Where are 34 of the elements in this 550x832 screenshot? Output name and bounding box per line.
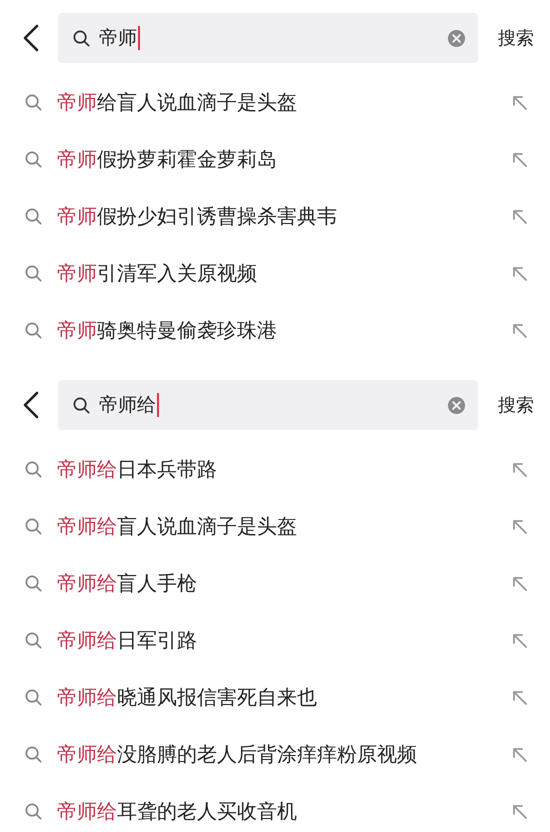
search-icon (24, 688, 43, 707)
search-icon (24, 517, 43, 536)
search-field[interactable]: 帝师 (58, 13, 478, 63)
suggestion-text[interactable]: 帝师给没胳膊的老人后背涂痒痒粉原视频 (57, 741, 510, 768)
suggestion-text[interactable]: 帝师给盲人手枪 (57, 570, 510, 597)
clear-icon[interactable] (447, 28, 466, 48)
search-icon (24, 745, 43, 764)
suggestion-text[interactable]: 帝师引清军入关原视频 (57, 260, 510, 287)
suggestion-text[interactable]: 帝师给晓通风报信害死自来也 (57, 684, 510, 711)
suggestion-text[interactable]: 帝师骑奥特曼偷袭珍珠港 (57, 317, 510, 344)
search-button[interactable]: 搜索 (498, 393, 534, 417)
search-query: 帝师 (99, 26, 140, 50)
search-icon (24, 802, 43, 821)
suggestion-text[interactable]: 帝师假扮萝莉霍金萝莉岛 (57, 146, 510, 173)
search-icon (24, 631, 43, 650)
search-button[interactable]: 搜索 (498, 26, 534, 50)
clear-icon[interactable] (447, 396, 466, 414)
suggestion-text[interactable]: 帝师给耳聋的老人买收音机 (57, 798, 510, 825)
search-icon (24, 264, 43, 283)
search-icon (72, 28, 91, 48)
search-icon (72, 396, 91, 414)
suggestion-text[interactable]: 帝师给日本兵带路 (57, 456, 510, 483)
search-icon (24, 150, 43, 169)
suggestion-text[interactable]: 帝师给日军引路 (57, 627, 510, 654)
search-field[interactable]: 帝师给 (58, 380, 478, 430)
search-icon (24, 321, 43, 340)
suggestion-text[interactable]: 帝师给盲人说血滴子是头盔 (57, 89, 510, 116)
search-icon (24, 460, 43, 479)
search-icon (24, 207, 43, 226)
search-icon (24, 574, 43, 593)
suggestion-text[interactable]: 帝师给盲人说血滴子是头盔 (57, 513, 510, 540)
search-query: 帝师给 (99, 393, 159, 417)
search-icon (24, 93, 43, 112)
suggestion-text[interactable]: 帝师假扮少妇引诱曹操杀害典韦 (57, 203, 510, 230)
